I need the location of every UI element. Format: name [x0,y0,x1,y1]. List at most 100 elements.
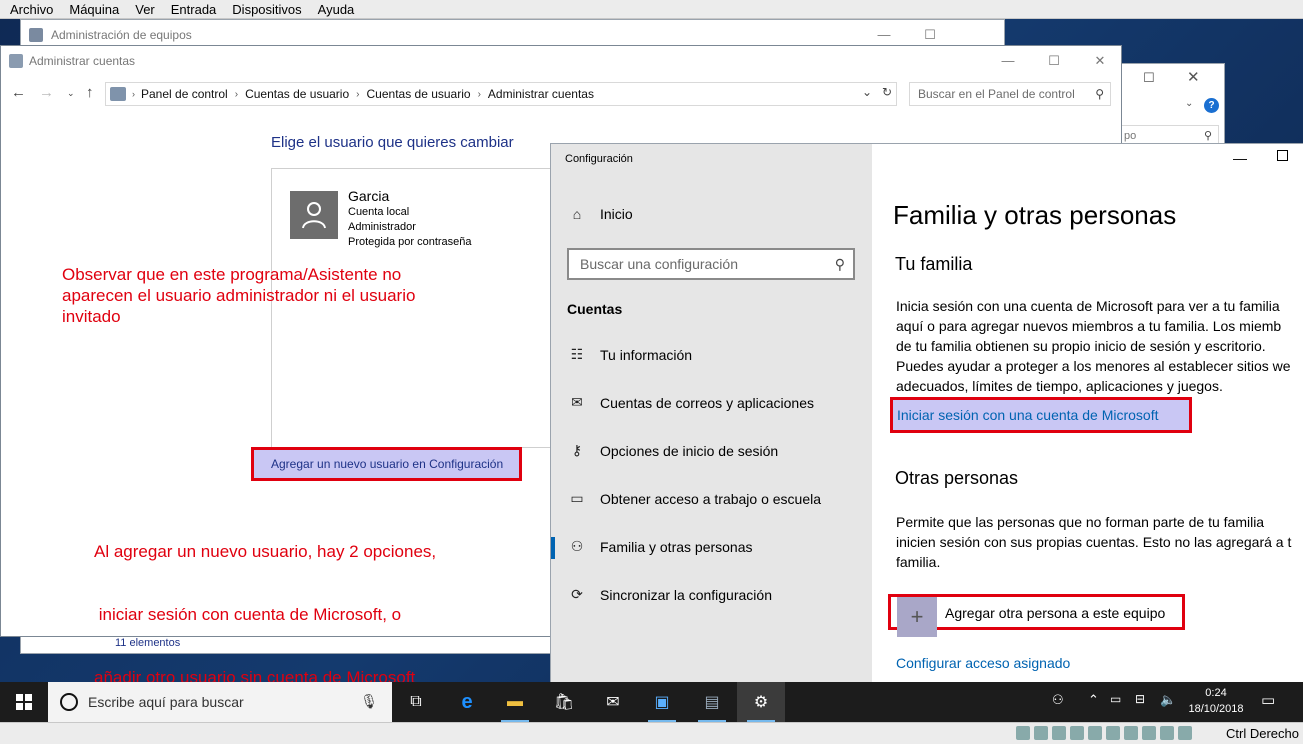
cpu-icon[interactable] [1160,726,1174,740]
computer-management-title: Administración de equipos [51,28,192,42]
breadcrumb-chevron-icon[interactable]: › [478,89,481,100]
menu-ver[interactable]: Ver [135,2,155,17]
mouse-integration-icon[interactable] [1178,726,1192,740]
clock-time: 0:24 [1205,687,1227,699]
maximize-icon[interactable]: ☐ [1031,46,1077,76]
host-key-label: Ctrl Derecho [1226,726,1299,741]
forward-arrow-icon[interactable]: → [39,84,54,101]
briefcase-icon: ▭ [570,490,584,506]
control-panel-search-input[interactable]: Buscar en el Panel de control ⚲ [909,82,1111,106]
chevron-up-icon[interactable]: ⌃ [1088,692,1099,708]
computer-management-icon[interactable]: ▤ [688,682,736,722]
assigned-access-link[interactable]: Configurar acceso asignado [896,655,1070,671]
breadcrumb-item[interactable]: Cuentas de usuario [367,87,471,101]
manage-accounts-controls: — ☐ ✕ [985,46,1123,76]
settings-nav-email-accounts[interactable]: ✉ Cuentas de correos y aplicaciones [567,394,814,411]
address-bar[interactable]: › Panel de control › Cuentas de usuario … [105,82,897,106]
close-icon[interactable]: ✕ [1077,46,1123,76]
help-icon[interactable]: ? [1204,98,1219,113]
add-new-user-link[interactable]: Agregar un nuevo usuario en Configuració… [251,447,522,481]
search-icon: ⚲ [834,255,845,272]
clock-date: 18/10/2018 [1188,703,1244,715]
menu-ayuda[interactable]: Ayuda [318,2,355,17]
breadcrumb-item[interactable]: Cuentas de usuario [245,87,349,101]
close-icon[interactable]: ✕ [1187,68,1200,86]
user-info[interactable]: Garcia Cuenta local Administrador Proteg… [348,187,472,250]
mail-icon[interactable]: ✉ [589,682,637,722]
start-button[interactable] [0,682,48,722]
hard-disk-icon[interactable] [1016,726,1030,740]
network-icon[interactable]: ⊟ [1135,692,1145,706]
sync-icon: ⟳ [571,586,583,602]
volume-icon[interactable]: 🔈 [1160,692,1176,708]
menu-maquina[interactable]: Máquina [69,2,119,17]
settings-content: — Familia y otras personas Tu familia In… [872,144,1303,683]
breadcrumb-chevron-icon[interactable]: › [356,89,359,100]
manage-accounts-titlebar[interactable]: Administrar cuentas [1,46,1121,76]
family-description: Inicia sesión con una cuenta de Microsof… [896,298,1291,394]
settings-search-input[interactable]: Buscar una configuración ⚲ [567,248,855,280]
audio-icon[interactable] [1052,726,1066,740]
user-name: Garcia [348,188,390,204]
people-icon[interactable]: ⚇ [1052,692,1064,708]
refresh-icon[interactable]: ↻ [882,85,892,99]
control-panel-icon[interactable]: ▣ [638,682,686,722]
maximize-icon[interactable]: ☐ [1143,70,1155,86]
settings-window[interactable]: Configuración ⌂ Inicio Buscar una config… [550,143,1303,683]
optical-drive-icon[interactable] [1034,726,1048,740]
breadcrumb-item[interactable]: Panel de control [141,87,228,101]
settings-nav-home[interactable]: ⌂ Inicio [567,206,633,222]
display-icon[interactable] [1124,726,1138,740]
settings-gear-icon[interactable]: ⚙ [737,682,785,722]
taskbar-clock[interactable]: 0:24 18/10/2018 [1184,685,1248,717]
search-icon: ⚲ [1095,87,1104,101]
breadcrumb-chevron-icon[interactable]: › [235,89,238,100]
address-row: ← → ⌄ ↑ › Panel de control › Cuentas de … [1,78,1121,110]
menu-entrada[interactable]: Entrada [171,2,217,17]
menu-archivo[interactable]: Archivo [10,2,53,17]
add-other-person-button[interactable]: + Agregar otra persona a este equipo [888,594,1185,637]
chevron-down-icon[interactable]: ⌄ [862,85,872,99]
menu-dispositivos[interactable]: Dispositivos [232,2,301,17]
settings-nav-home-label: Inicio [600,206,633,222]
back-arrow-icon[interactable]: ← [11,84,26,101]
settings-nav-sync[interactable]: ⟳ Sincronizar la configuración [567,586,772,603]
vbox-device-icons [1016,726,1196,740]
user-avatar[interactable] [290,191,338,239]
microsoft-signin-link[interactable]: Iniciar sesión con una cuenta de Microso… [890,397,1192,433]
task-view-icon[interactable]: ⧉ [392,682,440,722]
chevron-down-icon[interactable]: ⌄ [1185,98,1193,109]
choose-user-heading: Elige el usuario que quieres cambiar [271,134,514,151]
recording-icon[interactable] [1142,726,1156,740]
breadcrumb-chevron-icon[interactable]: › [132,89,135,99]
maximize-icon[interactable] [1277,150,1288,161]
recent-locations-chevron-icon[interactable]: ⌄ [67,88,75,99]
key-icon: ⚷ [571,442,583,458]
add-other-person-label: Agregar otra persona a este equipo [945,605,1166,621]
minimize-icon[interactable]: — [1233,150,1247,166]
microphone-icon[interactable]: 🎙 [360,693,378,710]
shared-folder-icon[interactable] [1106,726,1120,740]
settings-nav-work-school[interactable]: ▭ Obtener acceso a trabajo o escuela [567,490,821,507]
up-arrow-icon[interactable]: ↑ [86,84,94,101]
network-adapter-icon[interactable] [1070,726,1084,740]
minimize-icon[interactable]: — [985,46,1031,76]
user-protection: Protegida por contraseña [348,236,472,248]
settings-nav-family[interactable]: ⚇ Familia y otras personas [567,538,753,555]
store-icon[interactable]: 🛍 [540,682,588,722]
person-icon [302,202,326,229]
control-panel-icon [110,87,126,101]
breadcrumb-item[interactable]: Administrar cuentas [488,87,594,101]
plus-icon: + [897,597,937,637]
users-icon [9,54,23,68]
vbox-menubar: Archivo Máquina Ver Entrada Dispositivos… [0,0,1303,19]
file-explorer-icon[interactable]: ▬ [491,682,539,722]
settings-nav-signin-options[interactable]: ⚷ Opciones de inicio de sesión [567,442,778,459]
taskbar-search-input[interactable]: Escribe aquí para buscar 🎙 [48,682,392,722]
battery-icon[interactable]: ▭ [1110,692,1121,706]
settings-nav-your-info[interactable]: ☷ Tu información [567,346,692,363]
usb-icon[interactable] [1088,726,1102,740]
action-center-icon[interactable]: ▭ [1261,691,1275,709]
edge-icon[interactable]: e [443,682,491,722]
manage-accounts-title: Administrar cuentas [29,54,136,68]
